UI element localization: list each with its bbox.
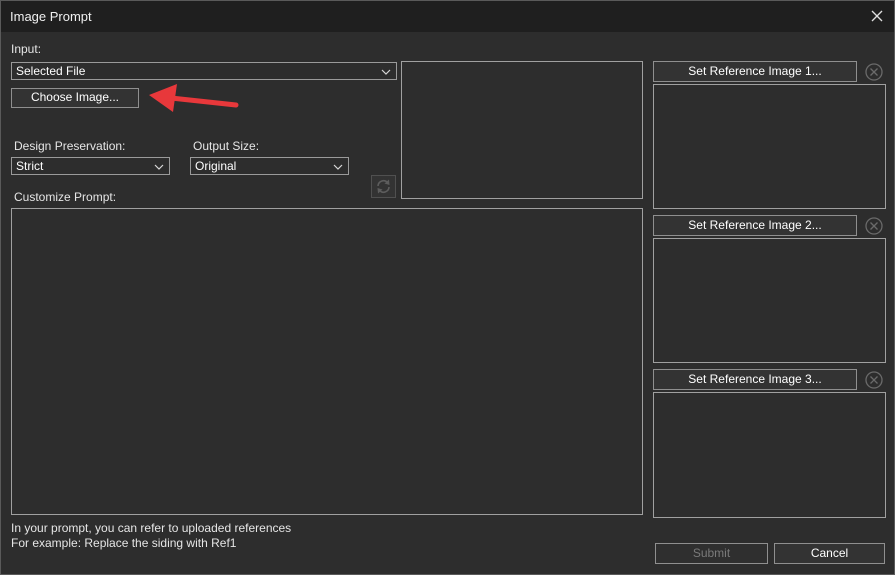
- set-reference-image-3-button[interactable]: Set Reference Image 3...: [653, 369, 857, 390]
- window-title: Image Prompt: [10, 9, 92, 24]
- input-source-value: Selected File: [16, 64, 86, 78]
- clear-reference-1-icon[interactable]: [863, 61, 885, 83]
- clear-reference-3-icon[interactable]: [863, 369, 885, 391]
- refresh-button[interactable]: [371, 175, 396, 198]
- input-source-select[interactable]: Selected File: [11, 62, 397, 80]
- design-preservation-value: Strict: [16, 159, 44, 173]
- chevron-down-icon: [154, 161, 164, 171]
- image-prompt-dialog: Image Prompt Input: Selected File Choose…: [0, 0, 895, 575]
- output-size-value: Original: [195, 159, 237, 173]
- reference-image-1-preview: [653, 84, 886, 209]
- cancel-button[interactable]: Cancel: [774, 543, 885, 564]
- set-reference-image-2-button[interactable]: Set Reference Image 2...: [653, 215, 857, 236]
- hint-line-1: In your prompt, you can refer to uploade…: [11, 521, 292, 535]
- reference-image-2-preview: [653, 238, 886, 363]
- title-bar: Image Prompt: [1, 1, 894, 32]
- close-icon[interactable]: [866, 5, 888, 27]
- hint-line-2: For example: Replace the siding with Ref…: [11, 536, 237, 550]
- reference-image-3-preview: [653, 392, 886, 518]
- submit-button[interactable]: Submit: [655, 543, 768, 564]
- design-preservation-select[interactable]: Strict: [11, 157, 170, 175]
- output-size-label: Output Size:: [193, 139, 260, 153]
- chevron-down-icon: [381, 66, 391, 76]
- input-image-preview: [401, 61, 643, 199]
- choose-image-button[interactable]: Choose Image...: [11, 88, 139, 108]
- input-label: Input:: [11, 42, 42, 56]
- customize-prompt-label: Customize Prompt:: [14, 190, 117, 204]
- output-size-select[interactable]: Original: [190, 157, 349, 175]
- design-preservation-label: Design Preservation:: [14, 139, 126, 153]
- annotation-arrow-icon: [141, 81, 246, 121]
- set-reference-image-1-button[interactable]: Set Reference Image 1...: [653, 61, 857, 82]
- chevron-down-icon: [333, 161, 343, 171]
- customize-prompt-textarea[interactable]: [11, 208, 643, 515]
- refresh-icon: [372, 179, 395, 200]
- clear-reference-2-icon[interactable]: [863, 215, 885, 237]
